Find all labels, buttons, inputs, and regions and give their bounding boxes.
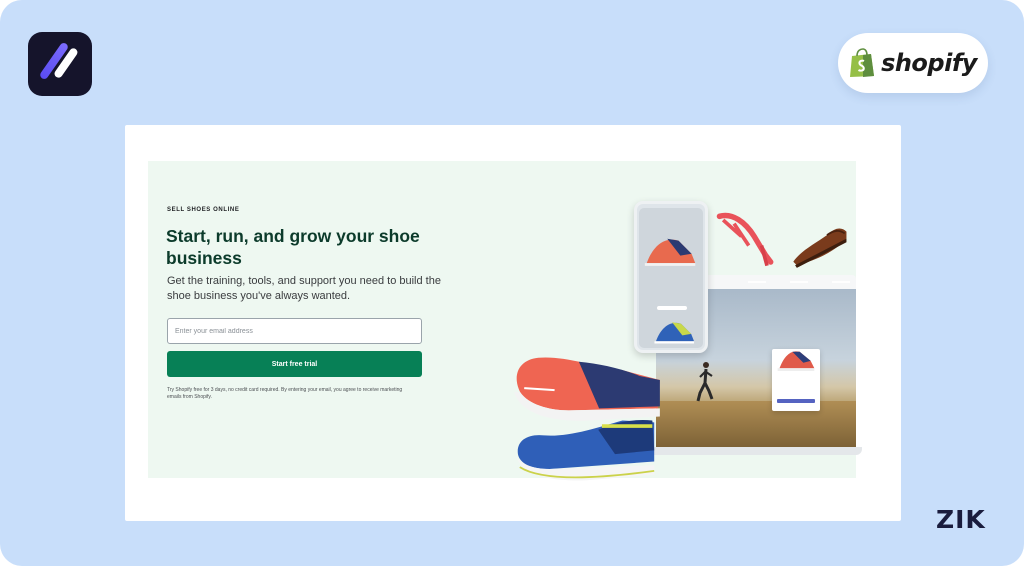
email-field[interactable] [167,318,422,344]
running-shoe-icon [516,419,655,481]
laptop-base [648,447,862,455]
page-title: Start, run, and grow your shoe business [166,226,420,268]
screenshot-frame: shopify SELL SHOES ONLINE Start, run, an… [0,0,1024,566]
shopify-wordmark: shopify [881,49,977,77]
subheading: Get the training, tools, and support you… [167,275,441,302]
watermark-logo: ZIK [936,505,986,534]
product-card [772,349,820,411]
hill-scene [656,401,856,447]
hero-illustration [508,191,878,491]
eyebrow-label: SELL SHOES ONLINE [167,207,240,213]
heel-sandal-icon [716,212,774,267]
app-logo-icon [28,32,92,96]
dress-shoe-icon [793,228,847,268]
webpage-card: SELL SHOES ONLINE Start, run, and grow y… [125,125,901,521]
start-free-trial-button[interactable]: Start free trial [167,351,422,377]
running-shoe-icon [644,238,696,266]
phone-screen [639,208,703,348]
runner-figure [696,362,714,402]
shopify-bag-icon [850,48,875,77]
legal-disclaimer: Try Shopify free for 3 days, no credit c… [167,387,403,400]
running-shoe-icon [777,351,815,371]
phone-mockup [634,201,708,353]
hero-section: SELL SHOES ONLINE Start, run, and grow y… [148,161,862,481]
shopify-logo: shopify [838,33,988,93]
